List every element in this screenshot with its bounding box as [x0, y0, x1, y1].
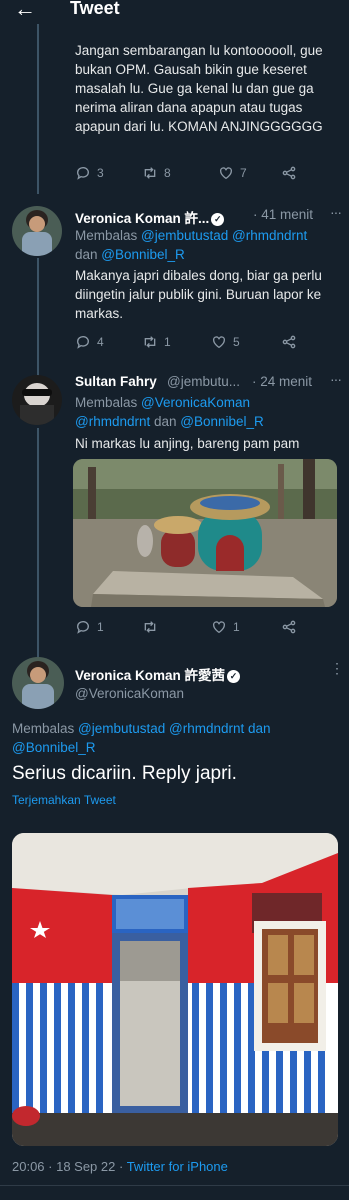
heart-icon: [220, 167, 232, 180]
avatar[interactable]: [12, 206, 62, 256]
retweet-icon: [144, 336, 156, 348]
tweet-image[interactable]: [73, 459, 337, 607]
reply-button[interactable]: 4: [75, 334, 104, 350]
share-icon: [282, 620, 296, 634]
author-name[interactable]: Veronica Koman 許愛茜 ✓: [75, 664, 241, 684]
reply-icon: [77, 621, 89, 634]
heart-icon: [213, 336, 225, 349]
share-icon: [282, 166, 296, 180]
mention-link[interactable]: @jembutustad @rhmdndrnt: [141, 228, 307, 243]
reply-context: Membalas @VeronicaKoman @rhmdndrnt dan @…: [75, 395, 264, 429]
tweet-actions: 1 1: [75, 619, 315, 637]
mention-link[interactable]: @Bonnibel_R: [180, 414, 264, 429]
tweet-text: Ni markas lu anjing, bareng pam pam: [75, 436, 300, 451]
mention-link[interactable]: @rhmdndrnt: [75, 414, 150, 429]
avatar[interactable]: [12, 657, 64, 709]
source-link[interactable]: Twitter for iPhone: [127, 1159, 228, 1174]
share-button[interactable]: [281, 334, 297, 350]
tweet-actions: 4 1 5: [75, 334, 315, 352]
tweet-image[interactable]: [12, 833, 338, 1146]
translate-link[interactable]: Terjemahkan Tweet: [12, 793, 116, 807]
main-tweet-text: Serius dicariin. Reply japri.: [12, 763, 237, 784]
share-icon: [282, 335, 296, 349]
author-handle[interactable]: @jembutu...: [167, 374, 240, 389]
share-button[interactable]: [281, 165, 297, 181]
verified-badge-icon: ✓: [227, 670, 241, 683]
tweet-time: · 24 menit: [252, 374, 313, 389]
like-button[interactable]: 5: [211, 334, 240, 350]
reply-button[interactable]: 3: [75, 165, 104, 181]
mention-link[interactable]: @Bonnibel_R: [12, 740, 96, 755]
thread-line: [37, 428, 39, 658]
like-button[interactable]: 7: [218, 165, 247, 181]
verified-badge-icon: ✓: [211, 213, 225, 226]
author-name[interactable]: Sultan Fahry: [75, 374, 157, 389]
reply-button[interactable]: 1: [75, 619, 104, 635]
mention-link[interactable]: @Bonnibel_R: [101, 247, 185, 262]
retweet-button[interactable]: 8: [142, 165, 171, 181]
tweet-text: Jangan sembarangan lu kontoooooll, gue b…: [75, 43, 323, 134]
retweet-icon: [144, 167, 156, 179]
share-button[interactable]: [281, 619, 297, 635]
thread-line: [37, 258, 39, 376]
reply-icon: [77, 336, 89, 349]
retweet-icon: [144, 621, 156, 633]
tweet-timestamp: 20:06 · 18 Sep 22 · Twitter for iPhone: [12, 1159, 228, 1174]
avatar[interactable]: [12, 375, 62, 425]
mention-link[interactable]: @jembutustad @rhmdndrnt dan: [78, 721, 271, 736]
page-title: Tweet: [70, 0, 120, 18]
tweet-text: Makanya japri dibales dong, biar ga perl…: [75, 268, 322, 321]
top-bar: ← Tweet: [0, 0, 349, 24]
thread-line: [37, 24, 39, 194]
back-arrow-icon[interactable]: ←: [14, 0, 36, 22]
divider: [0, 1185, 349, 1186]
tweet-actions: 3 8 7: [75, 165, 315, 183]
retweet-button[interactable]: [142, 619, 164, 635]
tweet-image-illustration: [12, 833, 338, 1146]
author-name[interactable]: Veronica Koman 許... ✓: [75, 207, 225, 227]
tweet-image-illustration: [73, 459, 337, 607]
more-icon[interactable]: ···: [330, 204, 342, 220]
reply-context: Membalas @jembutustad @rhmdndrnt dan @Bo…: [12, 721, 271, 755]
heart-icon: [213, 621, 225, 634]
author-handle[interactable]: @VeronicaKoman: [75, 686, 184, 701]
reply-context: Membalas @jembutustad @rhmdndrnt dan @Bo…: [75, 228, 308, 262]
reply-icon: [77, 167, 89, 180]
mention-link[interactable]: @VeronicaKoman: [141, 395, 250, 410]
like-button[interactable]: 1: [211, 619, 240, 635]
more-icon[interactable]: ⋮: [330, 660, 344, 677]
tweet-time: · 41 menit: [253, 207, 314, 222]
retweet-button[interactable]: 1: [142, 334, 171, 350]
more-icon[interactable]: ···: [330, 371, 342, 387]
